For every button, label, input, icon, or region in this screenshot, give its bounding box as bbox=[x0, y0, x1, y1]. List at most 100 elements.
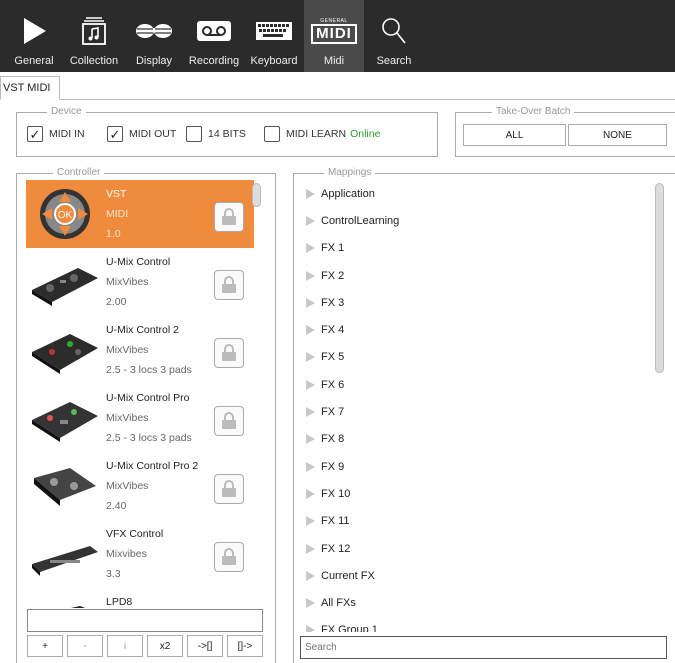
toolbar-recording-button[interactable]: Recording bbox=[184, 0, 244, 72]
mapping-item[interactable]: FX 12 bbox=[300, 535, 650, 562]
mapping-label: ControlLearning bbox=[321, 214, 400, 227]
mapping-item[interactable]: FX 4 bbox=[300, 316, 650, 343]
mapping-item[interactable]: All FXs bbox=[300, 589, 650, 616]
expand-arrow-icon[interactable] bbox=[306, 325, 315, 336]
mapping-item[interactable]: FX 3 bbox=[300, 289, 650, 316]
expand-arrow-icon[interactable] bbox=[306, 188, 315, 199]
controller-maker: MixVibes bbox=[106, 344, 149, 356]
controller-item[interactable]: U-Mix Control Pro 2 MixVibes 2.40 bbox=[26, 452, 254, 520]
controller-thumbnail bbox=[30, 322, 100, 378]
midi-out-checkbox-row[interactable]: ✓ MIDI OUT bbox=[107, 126, 176, 142]
lock-button[interactable] bbox=[214, 338, 244, 368]
controller-version: 2.5 - 3 locs 3 pads bbox=[106, 432, 192, 444]
mapping-item[interactable]: FX 11 bbox=[300, 508, 650, 535]
mapping-item[interactable]: FX 2 bbox=[300, 262, 650, 289]
expand-arrow-icon[interactable] bbox=[306, 461, 315, 472]
toolbar-midi-button[interactable]: GENERAL MIDI Midi bbox=[304, 0, 364, 72]
tab-bar: VST MIDI bbox=[0, 72, 675, 100]
toolbar-collection-button[interactable]: Collection bbox=[64, 0, 124, 72]
controller-maker: MIDI bbox=[106, 208, 129, 220]
keyboard-icon bbox=[255, 11, 293, 51]
mapping-item[interactable]: Current FX bbox=[300, 562, 650, 589]
expand-arrow-icon[interactable] bbox=[306, 598, 315, 609]
expand-arrow-icon[interactable] bbox=[306, 434, 315, 445]
mappings-list[interactable]: Application ControlLearning FX 1 FX 2 FX 3 FX… bbox=[300, 180, 650, 632]
mapping-item[interactable]: ControlLearning bbox=[300, 207, 650, 234]
import-controller-button[interactable]: []-> bbox=[227, 635, 263, 657]
controller-list[interactable]: OK VST MIDI 1.0 U-Mix Control MixVibes 2… bbox=[20, 180, 260, 608]
mappings-scrollbar[interactable] bbox=[655, 183, 664, 373]
controller-name: U-Mix Control 2 bbox=[106, 324, 179, 336]
mapping-label: All FXs bbox=[321, 597, 356, 610]
expand-arrow-icon[interactable] bbox=[306, 215, 315, 226]
add-controller-button[interactable]: + bbox=[27, 635, 63, 657]
mapping-label: FX 8 bbox=[321, 433, 345, 446]
expand-arrow-icon[interactable] bbox=[306, 625, 315, 632]
expand-arrow-icon[interactable] bbox=[306, 407, 315, 418]
controller-scrollbar[interactable] bbox=[252, 183, 261, 207]
search-input[interactable] bbox=[300, 636, 667, 659]
mapping-label: Application bbox=[321, 187, 375, 200]
toolbar-keyboard-button[interactable]: Keyboard bbox=[244, 0, 304, 72]
mapping-item[interactable]: FX 9 bbox=[300, 453, 650, 480]
lock-button[interactable] bbox=[214, 542, 244, 572]
controller-name-input[interactable] bbox=[27, 609, 263, 632]
expand-arrow-icon[interactable] bbox=[306, 243, 315, 254]
lock-button[interactable] bbox=[214, 202, 244, 232]
mapping-item[interactable]: FX 8 bbox=[300, 426, 650, 453]
expand-arrow-icon[interactable] bbox=[306, 379, 315, 390]
midi-learn-checkbox[interactable] bbox=[264, 126, 280, 142]
midi-out-checkbox[interactable]: ✓ bbox=[107, 126, 123, 142]
controller-item[interactable]: U-Mix Control MixVibes 2.00 bbox=[26, 248, 254, 316]
expand-arrow-icon[interactable] bbox=[306, 488, 315, 499]
duplicate-controller-button[interactable]: x2 bbox=[147, 635, 183, 657]
controller-item[interactable]: U-Mix Control Pro MixVibes 2.5 - 3 locs … bbox=[26, 384, 254, 452]
toolbar-display-button[interactable]: Display bbox=[124, 0, 184, 72]
expand-arrow-icon[interactable] bbox=[306, 543, 315, 554]
mapping-item[interactable]: FX 10 bbox=[300, 480, 650, 507]
controller-version: 1.0 bbox=[106, 228, 121, 240]
midi-in-checkbox[interactable]: ✓ bbox=[27, 126, 43, 142]
expand-arrow-icon[interactable] bbox=[306, 570, 315, 581]
glasses-icon bbox=[134, 11, 174, 51]
midi-in-checkbox-row[interactable]: ✓ MIDI IN bbox=[27, 126, 85, 142]
mapping-item[interactable]: FX 7 bbox=[300, 398, 650, 425]
expand-arrow-icon[interactable] bbox=[306, 297, 315, 308]
lock-button[interactable] bbox=[214, 270, 244, 300]
controller-thumbnail bbox=[30, 594, 100, 608]
tab-vst-midi[interactable]: VST MIDI bbox=[0, 76, 60, 100]
lock-button[interactable] bbox=[214, 406, 244, 436]
mapping-label: FX 7 bbox=[321, 406, 345, 419]
takeover-all-button[interactable]: ALL bbox=[463, 124, 566, 146]
controller-name: VST bbox=[106, 188, 127, 200]
remove-controller-button[interactable]: - bbox=[67, 635, 103, 657]
controller-item[interactable]: U-Mix Control 2 MixVibes 2.5 - 3 locs 3 … bbox=[26, 316, 254, 384]
mapping-label: FX 12 bbox=[321, 542, 351, 555]
mapping-item[interactable]: FX 6 bbox=[300, 371, 650, 398]
expand-arrow-icon[interactable] bbox=[306, 516, 315, 527]
info-controller-button[interactable]: i bbox=[107, 635, 143, 657]
mapping-label: FX 11 bbox=[321, 515, 350, 528]
export-controller-button[interactable]: ->[] bbox=[187, 635, 223, 657]
takeover-group-title: Take-Over Batch bbox=[492, 106, 575, 117]
toolbar-search-button[interactable]: Search bbox=[364, 0, 424, 72]
mapping-item[interactable]: Application bbox=[300, 180, 650, 207]
controller-maker: Mixvibes bbox=[106, 548, 147, 560]
mapping-item[interactable]: FX Group 1 bbox=[300, 617, 650, 632]
mapping-item[interactable]: FX 5 bbox=[300, 344, 650, 371]
toolbar-general-button[interactable]: General bbox=[4, 0, 64, 72]
lock-button[interactable] bbox=[214, 474, 244, 504]
controller-item[interactable]: VFX Control Mixvibes 3.3 bbox=[26, 520, 254, 588]
expand-arrow-icon[interactable] bbox=[306, 270, 315, 281]
controller-item[interactable]: LPD8 bbox=[26, 588, 254, 608]
takeover-none-button[interactable]: NONE bbox=[568, 124, 667, 146]
14-bits-checkbox-row[interactable]: 14 BITS bbox=[186, 126, 246, 142]
controller-maker: MixVibes bbox=[106, 412, 149, 424]
mapping-label: FX 10 bbox=[321, 487, 351, 500]
mapping-item[interactable]: FX 1 bbox=[300, 235, 650, 262]
controller-item[interactable]: OK VST MIDI 1.0 bbox=[26, 180, 254, 248]
expand-arrow-icon[interactable] bbox=[306, 352, 315, 363]
14-bits-checkbox[interactable] bbox=[186, 126, 202, 142]
mapping-label: FX 9 bbox=[321, 460, 345, 473]
midi-learn-checkbox-row[interactable]: MIDI LEARN Online bbox=[264, 126, 380, 142]
